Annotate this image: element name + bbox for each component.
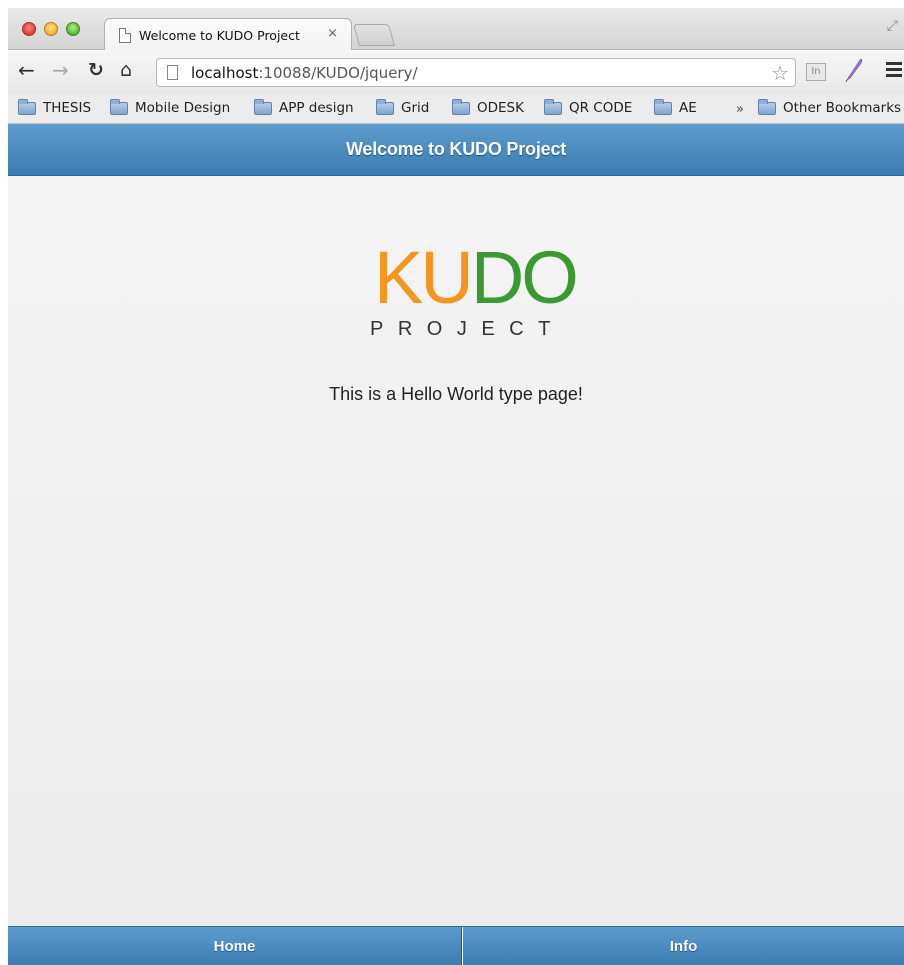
folder-icon (452, 98, 470, 115)
url-path: :10088/KUDO/jquery/ (258, 64, 418, 82)
bookmark-odesk[interactable]: ODESK (452, 98, 524, 116)
bookmark-label: APP design (279, 100, 354, 116)
page-title: Welcome to KUDO Project (345, 139, 567, 159)
reload-icon[interactable]: ↻ (88, 59, 104, 81)
bookmark-star-icon[interactable]: ☆ (771, 61, 789, 85)
forward-arrow-icon[interactable]: → (52, 59, 69, 81)
bookmark-other-bookmarks[interactable]: Other Bookmarks (758, 98, 902, 116)
bookmark-ae[interactable]: AE (654, 98, 697, 116)
bookmark-thesis[interactable]: THESIS (18, 98, 92, 116)
extension-in-icon[interactable]: In (806, 63, 826, 81)
zoom-window-button[interactable] (66, 22, 80, 36)
url-text[interactable]: localhost:10088/KUDO/jquery/ (191, 64, 418, 82)
logo-do: DO (470, 236, 579, 319)
logo-subtitle: PROJECT (370, 318, 565, 340)
footer-navbar: Home Info (8, 926, 904, 965)
bookmark-label: QR CODE (569, 100, 633, 116)
tab-strip: Welcome to KUDO Project × ⤢ (8, 8, 904, 51)
bookmark-mobile-design[interactable]: Mobile Design (110, 98, 231, 116)
kudo-logo: KUDO PROJECT (368, 236, 608, 341)
logo-ku: KU (374, 236, 474, 319)
bookmark-label: THESIS (43, 100, 92, 116)
browser-toolbar: ← → ↻ ⌂ localhost:10088/KUDO/jquery/ ☆ I… (8, 50, 904, 94)
bookmark-label: Grid (401, 100, 430, 116)
back-arrow-icon[interactable]: ← (18, 59, 35, 81)
feather-icon[interactable] (844, 56, 864, 82)
folder-icon (654, 98, 672, 115)
nav-home-button[interactable]: Home (8, 927, 462, 965)
logo-wordmark: KUDO (374, 236, 579, 319)
tab-close-icon[interactable]: × (327, 26, 338, 41)
page-icon (167, 65, 178, 80)
bookmark-label: Mobile Design (135, 100, 231, 116)
bookmark-label: AE (679, 100, 697, 116)
bookmark-grid[interactable]: Grid (376, 98, 430, 116)
new-tab-button[interactable] (353, 24, 395, 46)
tab-title: Welcome to KUDO Project (139, 28, 300, 43)
folder-icon (544, 98, 562, 115)
folder-icon (110, 98, 128, 115)
more-bookmarks-chevron[interactable]: » (736, 102, 744, 117)
hello-message: This is a Hello World type page! (329, 384, 583, 404)
fullscreen-icon[interactable]: ⤢ (887, 18, 898, 34)
address-bar[interactable]: localhost:10088/KUDO/jquery/ ☆ (156, 58, 796, 87)
folder-icon (254, 98, 272, 115)
bookmarks-bar: THESIS Mobile Design APP design Grid ODE… (8, 94, 904, 124)
nav-info-button[interactable]: Info (463, 927, 904, 965)
bookmark-app-design[interactable]: APP design (254, 98, 354, 116)
folder-icon (18, 98, 36, 115)
url-host: localhost (191, 64, 259, 82)
bookmark-qr-code[interactable]: QR CODE (544, 98, 633, 116)
menu-icon[interactable] (886, 62, 904, 80)
bookmark-label: Other Bookmarks (783, 100, 902, 116)
page-header: Welcome to KUDO Project (8, 124, 904, 176)
bookmark-label: ODESK (477, 100, 524, 116)
close-window-button[interactable] (22, 22, 36, 36)
browser-tab[interactable]: Welcome to KUDO Project × (104, 18, 352, 51)
minimize-window-button[interactable] (44, 22, 58, 36)
folder-icon (758, 98, 776, 115)
folder-icon (376, 98, 394, 115)
page-icon (119, 28, 131, 43)
page-content: KUDO PROJECT This is a Hello World type … (8, 176, 904, 926)
browser-window: Welcome to KUDO Project × ⤢ ← → ↻ ⌂ loca… (8, 8, 904, 965)
home-icon[interactable]: ⌂ (120, 59, 132, 81)
